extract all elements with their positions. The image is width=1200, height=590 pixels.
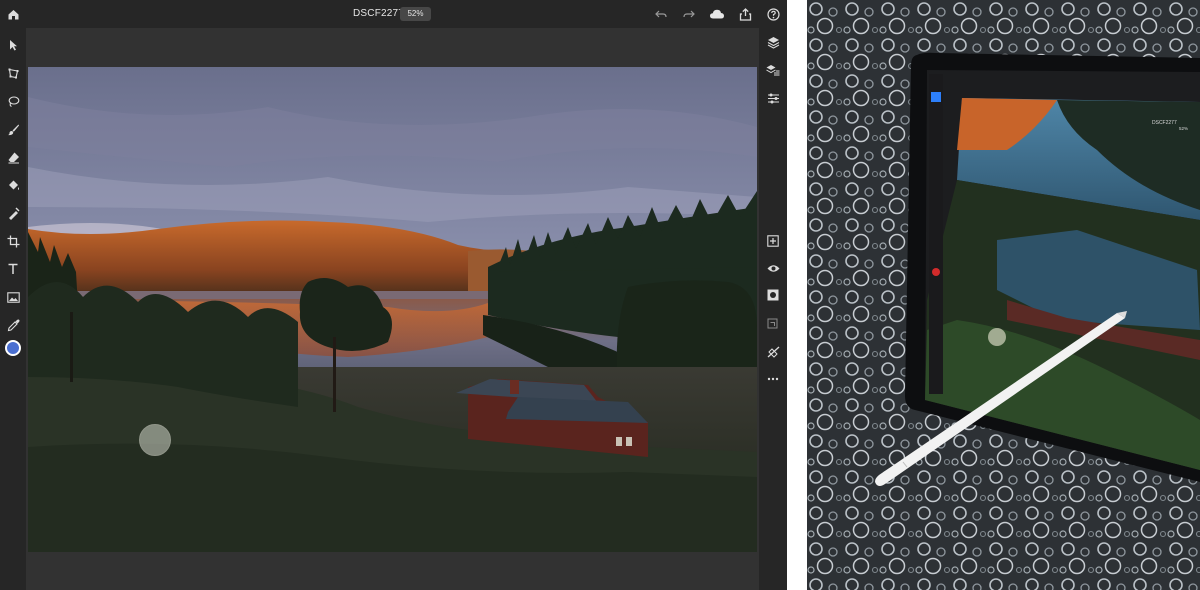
right-toolbar <box>759 28 787 590</box>
type-icon[interactable] <box>4 260 22 278</box>
transform-icon[interactable] <box>4 64 22 82</box>
brush-cursor <box>139 424 171 456</box>
add-layer-icon[interactable] <box>764 232 782 250</box>
select-icon[interactable] <box>4 36 22 54</box>
share-icon[interactable] <box>736 5 754 23</box>
tablet-with-pencil-photo: DSCF2277 52% <box>807 0 1200 590</box>
crop-icon[interactable] <box>4 232 22 250</box>
help-icon[interactable] <box>764 5 782 23</box>
adjustments-icon[interactable] <box>764 89 782 107</box>
tablet-zoom-level: 52% <box>1179 126 1188 131</box>
eraser-icon[interactable] <box>4 148 22 166</box>
photoshop-app: DSCF2277 52% <box>0 0 787 590</box>
mask-icon[interactable] <box>764 286 782 304</box>
clipping-icon[interactable] <box>764 343 782 361</box>
top-bar: DSCF2277 52% <box>0 0 787 28</box>
image-icon[interactable] <box>4 288 22 306</box>
left-toolbar <box>0 28 26 590</box>
document-title[interactable]: DSCF2277 <box>353 8 404 19</box>
cloud-icon[interactable] <box>708 5 726 23</box>
undo-icon[interactable] <box>652 5 670 23</box>
lasso-icon[interactable] <box>4 92 22 110</box>
group-icon[interactable] <box>764 315 782 333</box>
foreground-color-swatch[interactable] <box>5 340 21 356</box>
home-icon[interactable] <box>4 5 22 23</box>
eyedropper-icon[interactable] <box>4 316 22 334</box>
fill-icon[interactable] <box>4 176 22 194</box>
layers-icon[interactable] <box>764 33 782 51</box>
canvas[interactable] <box>28 67 757 552</box>
more-icon[interactable] <box>764 370 782 388</box>
landscape-photo[interactable] <box>28 67 757 552</box>
tablet-photo: DSCF2277 52% <box>807 0 1200 590</box>
visibility-icon[interactable] <box>764 259 782 277</box>
zoom-level[interactable]: 52% <box>400 7 431 21</box>
healing-icon[interactable] <box>4 204 22 222</box>
layer-properties-icon[interactable] <box>764 61 782 79</box>
tablet-doc-title: DSCF2277 <box>1152 120 1177 126</box>
brush-icon[interactable] <box>4 120 22 138</box>
redo-icon[interactable] <box>680 5 698 23</box>
tablet-brush-cursor <box>988 328 1006 346</box>
